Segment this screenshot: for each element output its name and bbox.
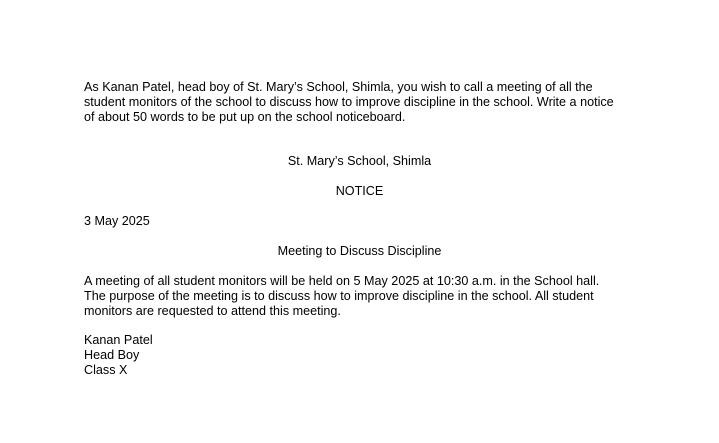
question-line: student monitors of the school to discus… [84, 95, 614, 109]
school-name: St. Mary’s School, Shimla [287, 154, 432, 168]
question-prompt: As Kanan Patel, head boy of St. Mary’s S… [84, 80, 644, 125]
document-page: As Kanan Patel, head boy of St. Mary’s S… [0, 0, 719, 443]
notice-date: 3 May 2025 [84, 214, 150, 228]
signature-designation: Head Boy [84, 348, 140, 362]
question-line: of about 50 words to be put up on the sc… [84, 110, 406, 124]
question-line: As Kanan Patel, head boy of St. Mary’s S… [84, 80, 593, 94]
notice-body-line: The purpose of the meeting is to discuss… [84, 289, 594, 303]
signature-class: Class X [84, 363, 128, 377]
notice-heading: NOTICE [335, 184, 384, 198]
signature-name: Kanan Patel [84, 333, 153, 347]
notice-body-line: monitors are requested to attend this me… [84, 304, 341, 318]
notice-body: A meeting of all student monitors will b… [84, 274, 644, 319]
signature-block: Kanan Patel Head Boy Class X [84, 333, 153, 378]
notice-body-line: A meeting of all student monitors will b… [84, 274, 600, 288]
notice-subject: Meeting to Discuss Discipline [277, 244, 442, 258]
